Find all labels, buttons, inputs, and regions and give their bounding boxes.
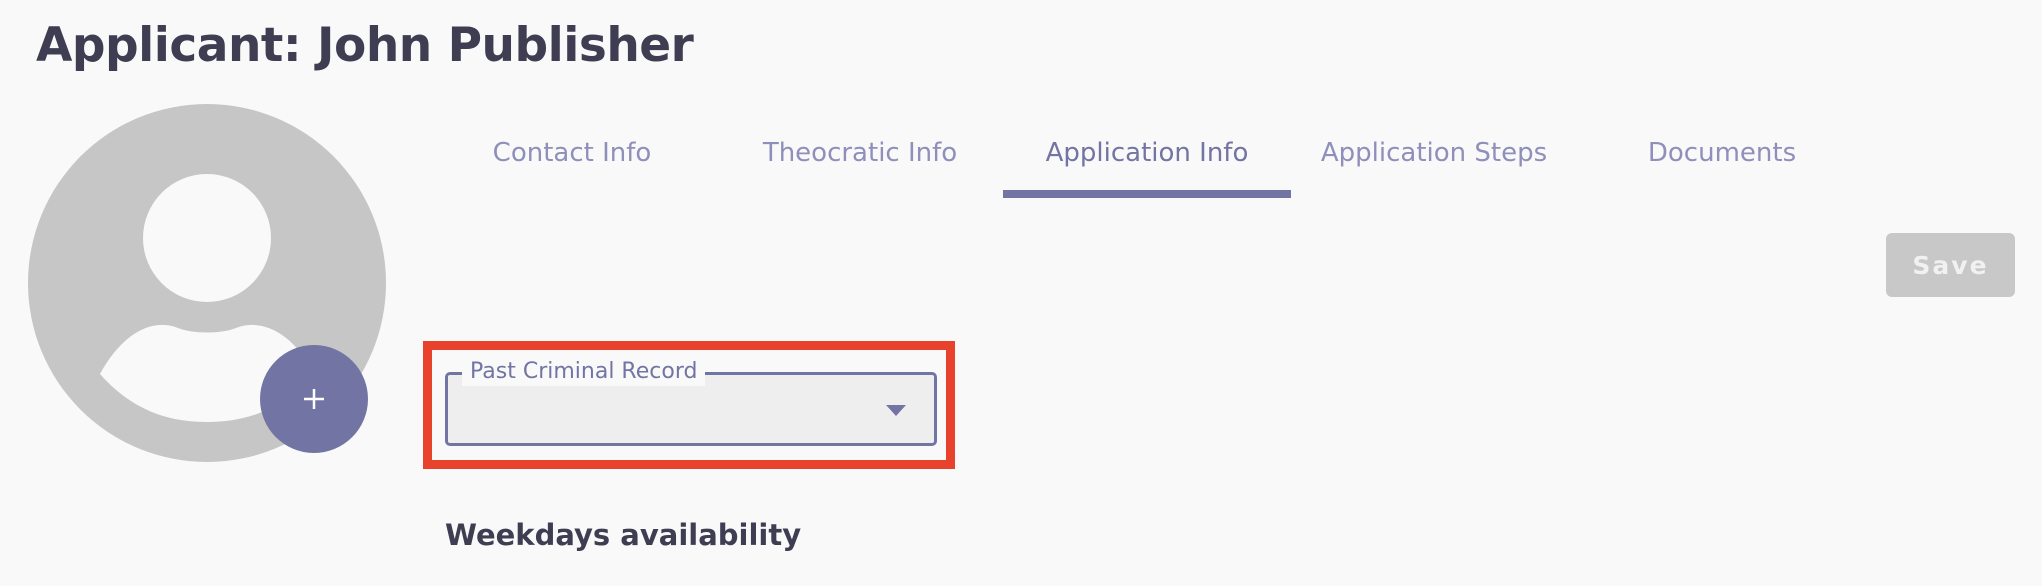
weekdays-availability-heading: Weekdays availability [445, 518, 802, 552]
tab-label: Theocratic Info [762, 138, 958, 168]
add-photo-button[interactable] [260, 345, 368, 453]
past-criminal-record-select[interactable]: Past Criminal Record [445, 358, 937, 446]
tab-documents[interactable]: Documents [1578, 120, 1866, 198]
active-tab-indicator [1003, 190, 1291, 198]
applicant-page: Applicant: John Publisher Contact Info T… [0, 0, 2042, 586]
save-button[interactable]: Save [1886, 233, 2015, 297]
chevron-down-icon[interactable] [886, 405, 906, 416]
tab-application-steps[interactable]: Application Steps [1290, 120, 1578, 198]
plus-icon [304, 389, 324, 409]
tab-label: Documents [1647, 138, 1797, 168]
tab-bar: Contact Info Theocratic Info Application… [428, 120, 1858, 198]
tab-theocratic-info[interactable]: Theocratic Info [716, 120, 1004, 198]
tab-label: Application Steps [1320, 138, 1548, 168]
tab-application-info[interactable]: Application Info [1003, 120, 1291, 198]
page-title: Applicant: John Publisher [36, 18, 694, 73]
select-label: Past Criminal Record [462, 358, 706, 386]
tab-label: Contact Info [492, 138, 652, 168]
tab-label: Application Info [1045, 138, 1249, 168]
tab-contact-info[interactable]: Contact Info [428, 120, 716, 198]
